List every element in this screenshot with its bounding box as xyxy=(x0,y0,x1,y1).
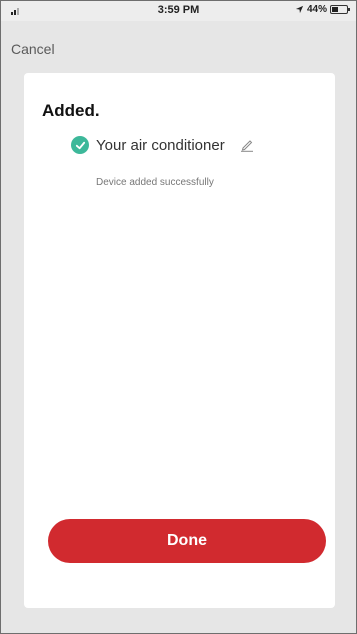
success-message: Device added successfully xyxy=(96,177,214,188)
phone-screen: 3:59 PM 44% Cancel Added. Your air condi… xyxy=(0,0,357,634)
check-circle-icon xyxy=(71,136,89,154)
pencil-edit-icon[interactable] xyxy=(239,138,255,152)
page-title: Added. xyxy=(42,101,100,120)
status-right: 44% xyxy=(295,4,350,15)
nav-bar: Cancel xyxy=(1,21,356,71)
battery-percent: 44% xyxy=(306,4,327,15)
done-button[interactable]: Done xyxy=(48,519,326,563)
cancel-button[interactable]: Cancel xyxy=(11,41,55,57)
battery-icon xyxy=(330,5,350,14)
device-row: Your air conditioner xyxy=(71,136,255,154)
result-card: Added. Your air conditioner Device added… xyxy=(24,73,335,608)
status-bar: 3:59 PM 44% xyxy=(1,1,356,21)
location-arrow-icon xyxy=(295,5,304,14)
device-name: Your air conditioner xyxy=(96,136,225,154)
